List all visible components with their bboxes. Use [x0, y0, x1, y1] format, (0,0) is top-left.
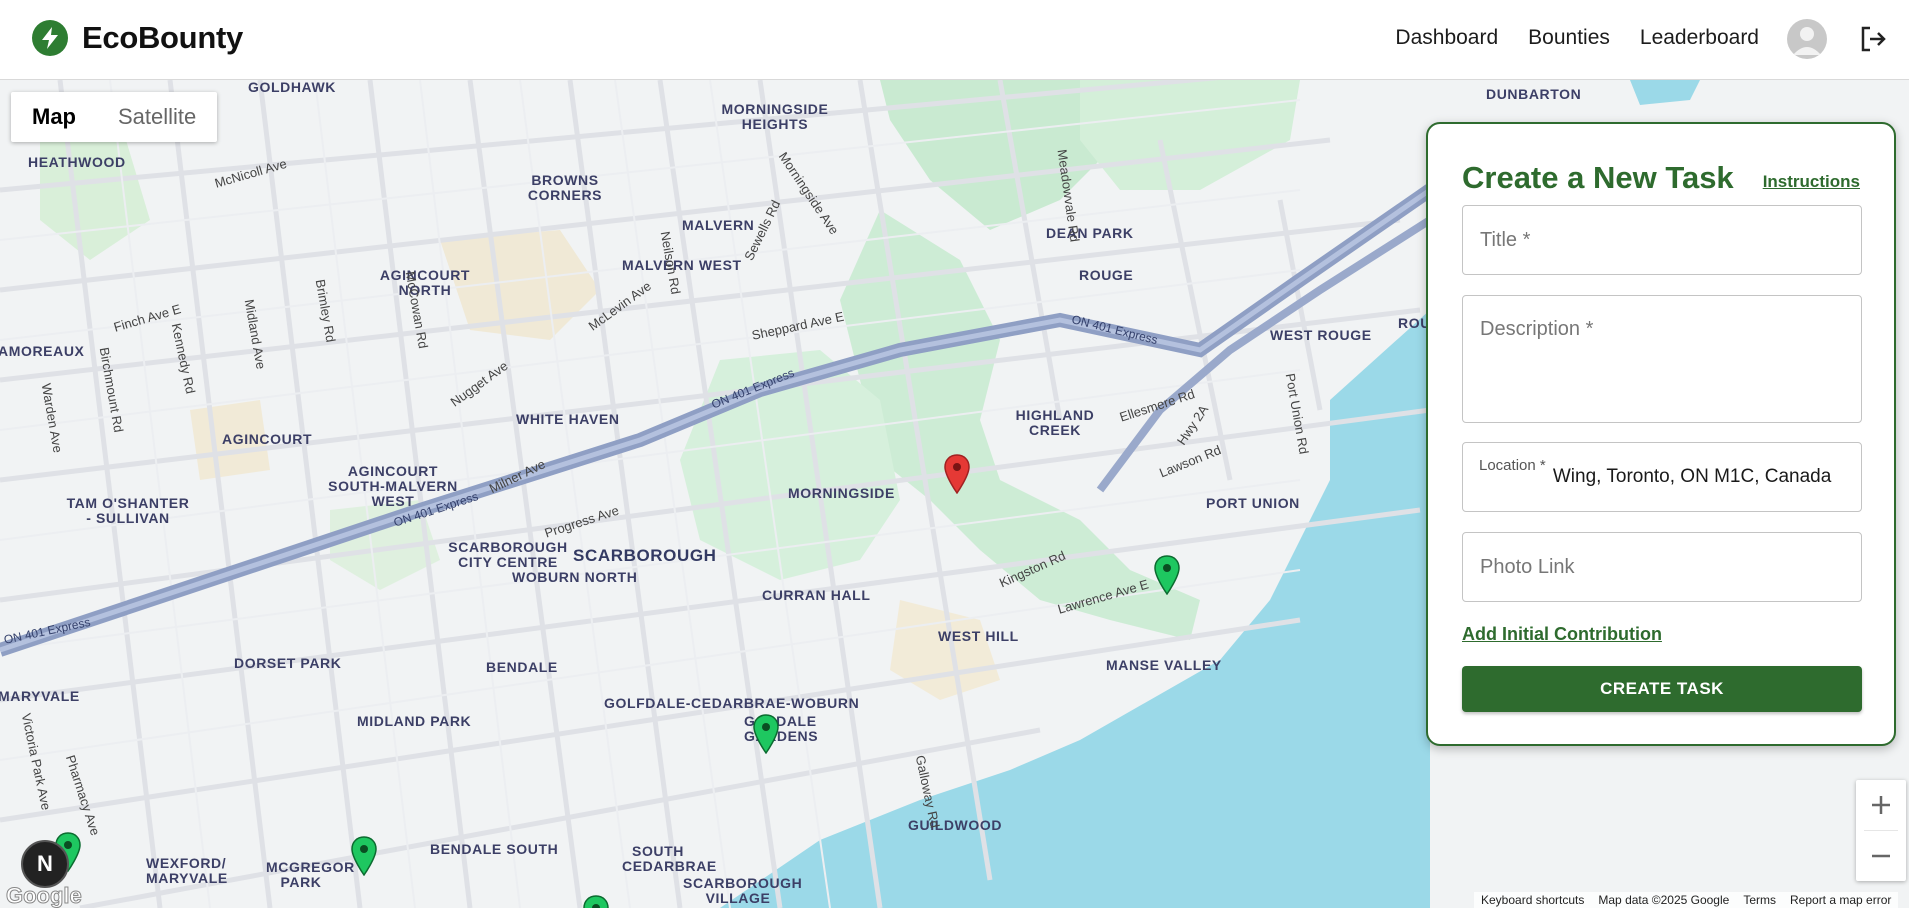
map-label-neighbourhood: BENDALE SOUTH — [430, 841, 559, 857]
map-label-neighbourhood: MARYVALE — [0, 688, 80, 704]
map-label-neighbourhood: MALVERN — [682, 217, 755, 233]
map-label-neighbourhood: MCGREGOR PARK — [266, 859, 355, 890]
user-icon — [1793, 27, 1821, 55]
brand[interactable]: EcoBounty — [32, 20, 243, 56]
nav-bounties[interactable]: Bounties — [1528, 26, 1610, 50]
map-label-neighbourhood: PORT UNION — [1206, 495, 1300, 511]
map-label-neighbourhood: DORSET PARK — [234, 655, 342, 671]
minus-icon — [1872, 854, 1890, 858]
description-input[interactable]: Description * — [1462, 295, 1862, 423]
task-marker-pin[interactable] — [753, 714, 779, 754]
map-label-neighbourhood: ROUGE — [1079, 267, 1134, 283]
title-input[interactable]: Title * — [1462, 205, 1862, 275]
avatar[interactable] — [1787, 19, 1827, 59]
map-label-neighbourhood: TAM O'SHANTER - SULLIVAN — [66, 495, 190, 526]
map-label-neighbourhood: GOLFDALE-CEDARBRAE-WOBURN — [604, 695, 860, 711]
map-label-neighbourhood: WOBURN NORTH — [512, 569, 638, 585]
photo-link-input[interactable]: Photo Link — [1462, 532, 1862, 602]
map-label-neighbourhood: HEATHWOOD — [28, 154, 126, 170]
nav-dashboard[interactable]: Dashboard — [1395, 26, 1498, 50]
map-type-satellite-button[interactable]: Satellite — [97, 92, 217, 142]
terms-link[interactable]: Terms — [1736, 892, 1783, 908]
map-label-neighbourhood: MANSE VALLEY — [1106, 657, 1222, 673]
map-label-neighbourhood: WEST ROUGE — [1270, 327, 1372, 343]
create-task-panel: Create a New Task Instructions Title * D… — [1426, 122, 1896, 746]
logout-icon — [1861, 26, 1886, 52]
google-logo: Google — [6, 883, 83, 908]
logout-button[interactable] — [1858, 24, 1888, 54]
map-label-neighbourhood: DUNBARTON — [1486, 86, 1582, 102]
map-label-neighbourhood: AMOREAUX — [0, 343, 85, 359]
map-label-neighbourhood: BENDALE — [486, 659, 558, 675]
nav-leaderboard[interactable]: Leaderboard — [1640, 26, 1759, 50]
map-label-neighbourhood: MORNINGSIDE — [788, 485, 895, 501]
keyboard-shortcuts-link[interactable]: Keyboard shortcuts — [1474, 892, 1591, 908]
selected-location-pin[interactable] — [944, 454, 970, 494]
zoom-in-button[interactable] — [1856, 780, 1906, 830]
location-label: Location * — [1473, 443, 1552, 500]
add-contribution-link[interactable]: Add Initial Contribution — [1462, 624, 1662, 645]
instructions-link[interactable]: Instructions — [1763, 172, 1860, 192]
report-error-link[interactable]: Report a map error — [1783, 892, 1898, 908]
map-label-neighbourhood: BROWNS CORNERS — [527, 172, 603, 203]
map-label-neighbourhood: AGINCOURT — [222, 431, 313, 447]
map-label-neighbourhood: AGINCOURT NORTH — [379, 267, 471, 298]
map-label-neighbourhood: MALVERN WEST — [622, 257, 742, 273]
panel-title: Create a New Task — [1462, 160, 1734, 195]
map-label-neighbourhood: SCARBOROUGH VILLAGE — [683, 875, 803, 906]
map-label-neighbourhood: SCARBOROUGH CITY CENTRE — [448, 539, 568, 570]
brand-name: EcoBounty — [82, 20, 243, 55]
map-label-neighbourhood: WEST HILL — [938, 628, 1019, 644]
bolt-icon — [32, 20, 68, 56]
map-label-neighbourhood: SOUTH CEDARBRAE — [622, 843, 717, 874]
zoom-control — [1856, 780, 1906, 881]
map-label-neighbourhood: WEXFORD/ MARYVALE — [146, 855, 228, 886]
location-input[interactable]: Location * Science Wing, Toronto, ON M1C… — [1462, 442, 1862, 512]
task-marker-pin[interactable] — [351, 836, 377, 876]
map-label-neighbourhood: DEAN PARK — [1046, 225, 1134, 241]
map-label-neighbourhood: HIGHLAND CREEK — [1015, 407, 1095, 438]
map-label-neighbourhood: MORNINGSIDE HEIGHTS — [721, 101, 829, 132]
map-type-control: Map Satellite — [11, 92, 218, 142]
map-label-neighbourhood: WHITE HAVEN — [516, 411, 620, 427]
map-label-neighbourhood: GUILDWOOD — [908, 817, 1003, 833]
task-marker-pin[interactable] — [583, 895, 609, 908]
create-task-button[interactable]: CREATE TASK — [1462, 666, 1862, 712]
map-label-neighbourhood: MIDLAND PARK — [357, 713, 472, 729]
map-data-text: Map data ©2025 Google — [1598, 893, 1730, 907]
task-marker-pin[interactable] — [1154, 555, 1180, 595]
map-label-neighbourhood: GOLDHAWK — [248, 80, 337, 95]
main-nav: Dashboard Bounties Leaderboard — [1395, 26, 1759, 50]
map-label-neighbourhood: CURRAN HALL — [762, 587, 871, 603]
zoom-out-button[interactable] — [1856, 831, 1906, 881]
map-attribution: Keyboard shortcuts Map data ©2025 Google… — [1474, 892, 1899, 908]
app-header: EcoBounty Dashboard Bounties Leaderboard — [0, 0, 1909, 80]
map-label-neighbourhood: SCARBOROUGH — [573, 546, 717, 565]
n-badge[interactable]: N — [21, 840, 69, 888]
plus-icon — [1872, 796, 1890, 814]
map-type-map-button[interactable]: Map — [11, 92, 97, 142]
